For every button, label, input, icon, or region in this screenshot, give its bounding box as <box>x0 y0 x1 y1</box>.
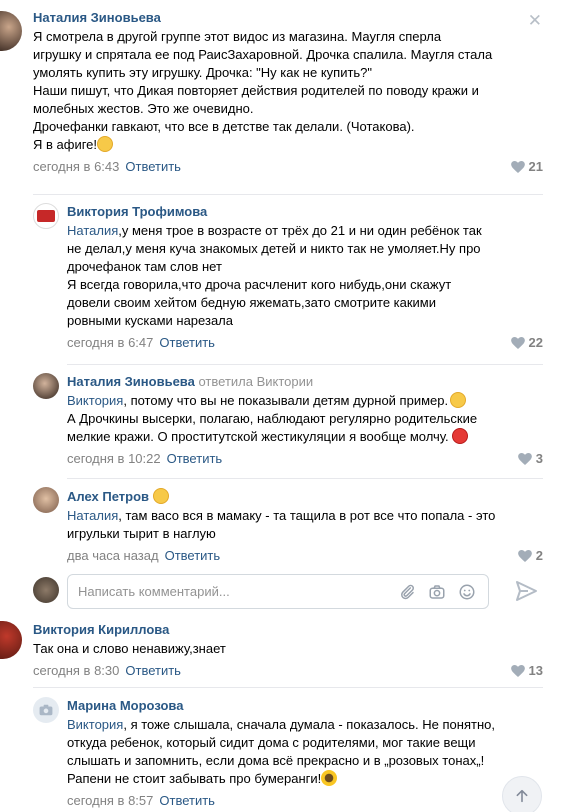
scroll-to-top-button[interactable] <box>502 776 542 812</box>
author-name[interactable]: Виктория Трофимова <box>67 204 543 219</box>
paperclip-icon[interactable] <box>398 583 416 601</box>
comment-meta: сегодня в 6:47 Ответить 22 <box>67 335 543 350</box>
like-button[interactable]: 2 <box>517 548 543 563</box>
like-button[interactable]: 3 <box>517 451 543 466</box>
comment: Алех Петров Наталия, там васо вся в мама… <box>67 488 543 563</box>
like-button[interactable]: 22 <box>510 335 543 350</box>
heart-icon <box>517 549 532 562</box>
timestamp[interactable]: сегодня в 8:57 <box>67 793 153 808</box>
timestamp[interactable]: сегодня в 6:47 <box>67 335 153 350</box>
author-name[interactable]: Виктория Кириллова <box>33 622 543 637</box>
avatar[interactable] <box>0 621 22 659</box>
mention-link[interactable]: Виктория <box>67 393 123 408</box>
flushed-face-icon <box>97 136 114 152</box>
author-name[interactable]: Марина Морозова <box>67 698 543 713</box>
sunflower-icon <box>321 770 338 786</box>
heart-icon <box>517 452 532 465</box>
like-count: 13 <box>528 663 543 678</box>
comment-text: Наталия,у меня трое в возрасте от трёх д… <box>67 223 482 328</box>
like-button[interactable]: 13 <box>510 663 543 678</box>
comment-meta: сегодня в 8:57 Ответить <box>67 793 543 808</box>
grinning-sweat-face-icon <box>450 392 467 408</box>
close-icon[interactable]: ✕ <box>528 11 542 31</box>
divider <box>67 364 543 365</box>
heart-icon <box>510 336 525 349</box>
author-name[interactable]: Алех Петров <box>67 489 149 504</box>
comment-text: Так она и слово ненавижу,знает <box>33 641 226 656</box>
comment: Наталия Зиновьева Я смотрела в другой гр… <box>33 10 543 174</box>
replied-to[interactable]: ответила Виктории <box>198 374 313 389</box>
timestamp[interactable]: сегодня в 6:43 <box>33 159 119 174</box>
avatar[interactable] <box>33 487 59 513</box>
reply-button[interactable]: Ответить <box>165 548 221 563</box>
my-avatar <box>33 577 59 603</box>
avatar[interactable] <box>33 203 59 229</box>
comment-composer[interactable] <box>67 574 489 609</box>
camera-icon[interactable] <box>428 583 446 601</box>
avatar[interactable] <box>33 697 59 723</box>
author-name[interactable]: Наталия Зиновьева <box>33 10 543 25</box>
comment: Марина Морозова Виктория, я тоже слышала… <box>67 698 543 808</box>
heart-icon <box>510 160 525 173</box>
comment-meta: сегодня в 10:22 Ответить 3 <box>67 451 543 466</box>
reply-button[interactable]: Ответить <box>159 335 215 350</box>
avatar[interactable] <box>0 11 22 51</box>
arrow-up-icon <box>516 789 528 803</box>
like-button[interactable]: 21 <box>510 159 543 174</box>
like-count: 3 <box>535 451 543 466</box>
comment: Виктория Кириллова Так она и слово ненав… <box>33 622 543 678</box>
timestamp[interactable]: сегодня в 8:30 <box>33 663 119 678</box>
comment-meta: сегодня в 8:30 Ответить 13 <box>33 663 543 678</box>
reply-button[interactable]: Ответить <box>159 793 215 808</box>
mention-link[interactable]: Наталия <box>67 508 118 523</box>
author-name[interactable]: Наталия Зиновьева <box>67 374 195 389</box>
comment-meta: два часа назад Ответить 2 <box>67 548 543 563</box>
divider <box>33 687 543 688</box>
comment-text: Я смотрела в другой группе этот видос из… <box>33 29 493 152</box>
like-count: 21 <box>528 159 543 174</box>
comment: Наталия Зиновьева ответила Виктории Викт… <box>67 374 543 466</box>
like-count: 2 <box>535 548 543 563</box>
reply-button[interactable]: Ответить <box>125 663 181 678</box>
send-icon[interactable] <box>514 579 538 603</box>
reply-button[interactable]: Ответить <box>167 451 223 466</box>
heart-icon <box>510 664 525 677</box>
comment-text: Виктория, я тоже слышала, сначала думала… <box>67 717 495 786</box>
smiling-face-icon <box>152 488 169 504</box>
comment-header: Наталия Зиновьева ответила Виктории <box>67 374 543 389</box>
avatar[interactable] <box>33 373 59 399</box>
divider <box>33 194 543 195</box>
comment-text: Виктория, потому что вы не показывали де… <box>67 392 478 444</box>
timestamp[interactable]: сегодня в 10:22 <box>67 451 161 466</box>
divider <box>67 478 543 479</box>
comment-text: Наталия, там васо вся в мамаку - та тащи… <box>67 508 496 541</box>
camera-icon <box>39 704 53 716</box>
like-count: 22 <box>528 335 543 350</box>
mention-link[interactable]: Наталия <box>67 223 118 238</box>
smiley-icon[interactable] <box>458 583 476 601</box>
reply-button[interactable]: Ответить <box>125 159 181 174</box>
comment-input[interactable] <box>68 575 368 608</box>
mention-link[interactable]: Виктория <box>67 717 123 732</box>
comment-meta: сегодня в 6:43 Ответить 21 <box>33 159 543 174</box>
timestamp[interactable]: два часа назад <box>67 548 159 563</box>
angry-face-icon <box>451 428 468 444</box>
comment: Виктория Трофимова Наталия,у меня трое в… <box>67 204 543 350</box>
